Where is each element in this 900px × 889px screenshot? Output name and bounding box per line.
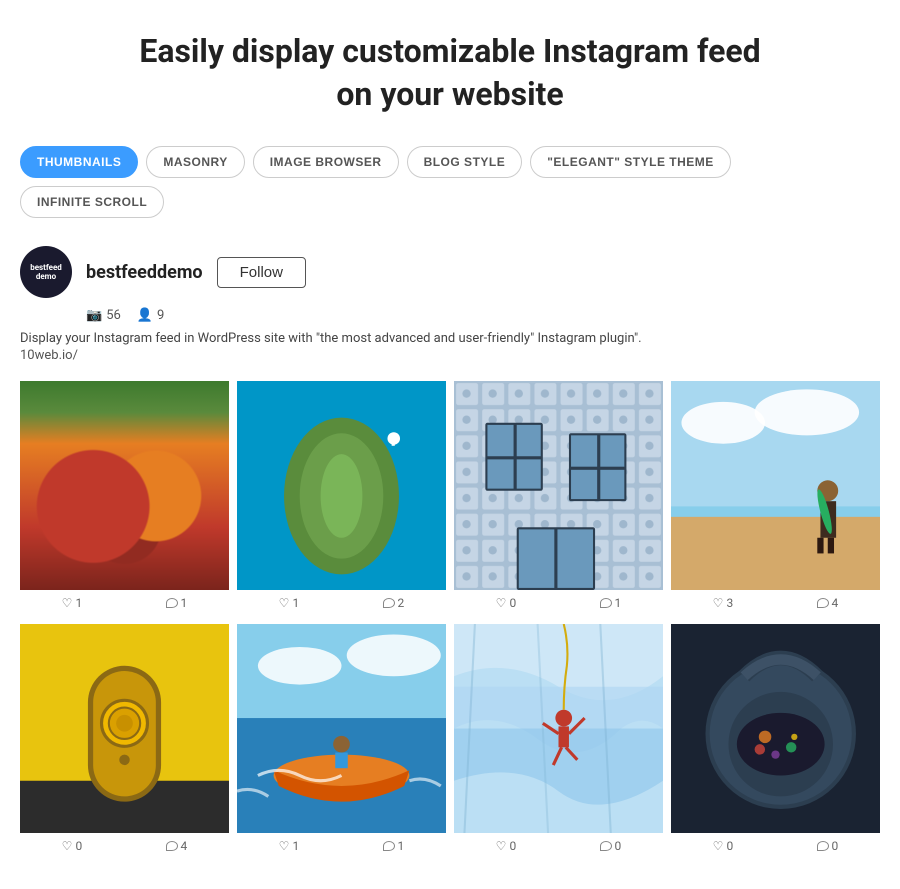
tab-infinite-scroll[interactable]: INFINITE SCROLL bbox=[20, 186, 164, 218]
comment-icon bbox=[383, 841, 395, 851]
followers-stat: 👤 9 bbox=[137, 308, 165, 323]
profile-username: bestfeeddemo bbox=[86, 262, 203, 283]
building-likes-count: 0 bbox=[509, 596, 516, 610]
building-comments: 1 bbox=[600, 596, 622, 610]
surfer-likes-count: 3 bbox=[726, 596, 733, 610]
image-card-teapot[interactable]: ♡ 0 0 bbox=[671, 624, 880, 859]
climber-comments: 0 bbox=[600, 839, 622, 853]
teapot-comments-count: 0 bbox=[832, 839, 839, 853]
comment-icon bbox=[600, 841, 612, 851]
comment-icon bbox=[817, 841, 829, 851]
image-grid: ♡ 1 1 bbox=[20, 381, 880, 859]
pumpkin-likes-count: 1 bbox=[75, 596, 82, 610]
image-door[interactable] bbox=[20, 624, 229, 833]
surfer-comments: 4 bbox=[817, 596, 839, 610]
image-aerial-stats: ♡ 1 2 bbox=[237, 590, 446, 616]
building-comments-count: 1 bbox=[615, 596, 622, 610]
tab-thumbnails[interactable]: THUMBNAILS bbox=[20, 146, 138, 178]
image-boat[interactable] bbox=[237, 624, 446, 833]
posts-count: 56 bbox=[106, 308, 121, 323]
followers-count: 9 bbox=[157, 308, 164, 323]
heart-icon: ♡ bbox=[496, 839, 507, 853]
image-teapot[interactable] bbox=[671, 624, 880, 833]
image-surfer[interactable] bbox=[671, 381, 880, 590]
comment-icon bbox=[600, 598, 612, 608]
teapot-comments: 0 bbox=[817, 839, 839, 853]
image-card-climber[interactable]: ♡ 0 0 bbox=[454, 624, 663, 859]
heart-icon: ♡ bbox=[62, 596, 73, 610]
image-climber-stats: ♡ 0 0 bbox=[454, 833, 663, 859]
aerial-likes-count: 1 bbox=[292, 596, 299, 610]
door-likes-count: 0 bbox=[75, 839, 82, 853]
comment-icon bbox=[817, 598, 829, 608]
image-building-stats: ♡ 0 1 bbox=[454, 590, 663, 616]
posts-stat: 📷 56 bbox=[86, 308, 121, 323]
climber-likes: ♡ 0 bbox=[496, 839, 517, 853]
aerial-comments-count: 2 bbox=[398, 596, 405, 610]
camera-icon: 📷 bbox=[86, 308, 102, 323]
boat-likes: ♡ 1 bbox=[279, 839, 300, 853]
image-door-stats: ♡ 0 4 bbox=[20, 833, 229, 859]
image-card-boat[interactable]: ♡ 1 1 bbox=[237, 624, 446, 859]
image-building[interactable] bbox=[454, 381, 663, 590]
profile-stats: 📷 56 👤 9 bbox=[86, 308, 880, 323]
page-wrapper: Easily display customizable Instagram fe… bbox=[0, 0, 900, 889]
profile-link[interactable]: 10web.io/ bbox=[20, 348, 880, 363]
pumpkin-comments-count: 1 bbox=[181, 596, 188, 610]
headline-section: Easily display customizable Instagram fe… bbox=[20, 30, 880, 116]
image-pumpkin-stats: ♡ 1 1 bbox=[20, 590, 229, 616]
heart-icon: ♡ bbox=[279, 839, 290, 853]
comment-icon bbox=[383, 598, 395, 608]
image-card-door[interactable]: ♡ 0 4 bbox=[20, 624, 229, 859]
image-boat-stats: ♡ 1 1 bbox=[237, 833, 446, 859]
pumpkin-likes: ♡ 1 bbox=[62, 596, 83, 610]
image-card-building[interactable]: ♡ 0 1 bbox=[454, 381, 663, 616]
heart-icon: ♡ bbox=[713, 839, 724, 853]
tab-masonry[interactable]: MASONRY bbox=[146, 146, 244, 178]
aerial-likes: ♡ 1 bbox=[279, 596, 300, 610]
heart-icon: ♡ bbox=[62, 839, 73, 853]
image-pumpkin[interactable] bbox=[20, 381, 229, 590]
surfer-likes: ♡ 3 bbox=[713, 596, 734, 610]
comment-icon bbox=[166, 841, 178, 851]
climber-comments-count: 0 bbox=[615, 839, 622, 853]
teapot-likes-count: 0 bbox=[726, 839, 733, 853]
profile-section: bestfeed demo bestfeeddemo Follow bbox=[20, 246, 880, 298]
profile-bio: Display your Instagram feed in WordPress… bbox=[20, 331, 880, 346]
image-card-surfer[interactable]: ♡ 3 4 bbox=[671, 381, 880, 616]
surfer-comments-count: 4 bbox=[832, 596, 839, 610]
boat-comments: 1 bbox=[383, 839, 405, 853]
follow-button[interactable]: Follow bbox=[217, 257, 306, 288]
headline-line2: on your website bbox=[336, 75, 563, 113]
door-comments-count: 4 bbox=[181, 839, 188, 853]
person-icon: 👤 bbox=[137, 308, 153, 323]
tab-elegant-style[interactable]: "ELEGANT" STYLE THEME bbox=[530, 146, 731, 178]
door-comments: 4 bbox=[166, 839, 188, 853]
heart-icon: ♡ bbox=[496, 596, 507, 610]
teapot-likes: ♡ 0 bbox=[713, 839, 734, 853]
comment-icon bbox=[166, 598, 178, 608]
building-likes: ♡ 0 bbox=[496, 596, 517, 610]
image-card-aerial[interactable]: ♡ 1 2 bbox=[237, 381, 446, 616]
boat-likes-count: 1 bbox=[292, 839, 299, 853]
tab-blog-style[interactable]: BLOG STYLE bbox=[407, 146, 523, 178]
heart-icon: ♡ bbox=[279, 596, 290, 610]
boat-comments-count: 1 bbox=[398, 839, 405, 853]
image-teapot-stats: ♡ 0 0 bbox=[671, 833, 880, 859]
aerial-comments: 2 bbox=[383, 596, 405, 610]
avatar: bestfeed demo bbox=[20, 246, 72, 298]
door-likes: ♡ 0 bbox=[62, 839, 83, 853]
climber-likes-count: 0 bbox=[509, 839, 516, 853]
image-aerial[interactable] bbox=[237, 381, 446, 590]
tab-bar: THUMBNAILS MASONRY IMAGE BROWSER BLOG ST… bbox=[20, 146, 880, 218]
tab-image-browser[interactable]: IMAGE BROWSER bbox=[253, 146, 399, 178]
headline-text: Easily display customizable Instagram fe… bbox=[20, 30, 880, 116]
pumpkin-comments: 1 bbox=[166, 596, 188, 610]
image-card-pumpkin[interactable]: ♡ 1 1 bbox=[20, 381, 229, 616]
avatar-text: bestfeed demo bbox=[20, 261, 72, 284]
heart-icon: ♡ bbox=[713, 596, 724, 610]
headline-line1: Easily display customizable Instagram fe… bbox=[139, 32, 760, 70]
image-surfer-stats: ♡ 3 4 bbox=[671, 590, 880, 616]
image-climber[interactable] bbox=[454, 624, 663, 833]
